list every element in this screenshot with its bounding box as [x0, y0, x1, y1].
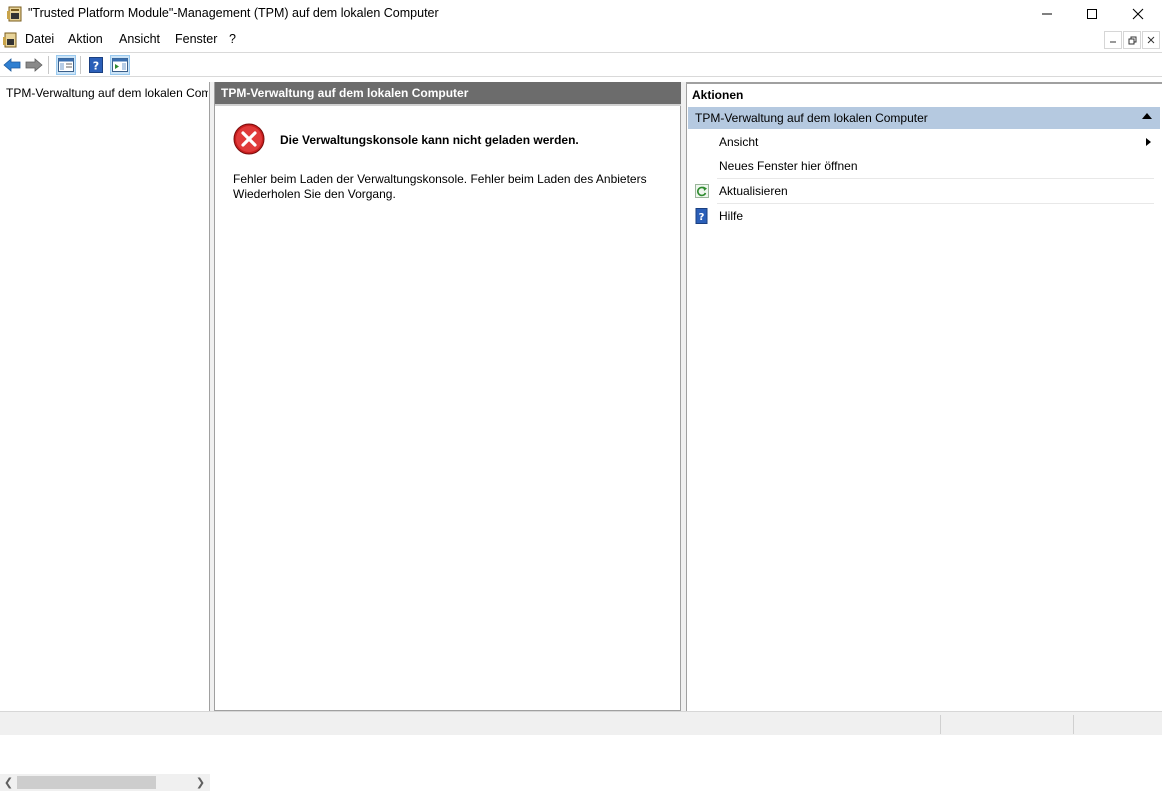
error-message: Fehler beim Laden der Verwaltungskonsole… — [233, 172, 647, 202]
scroll-right-icon[interactable]: ❯ — [192, 775, 209, 790]
collapse-up-icon[interactable] — [1142, 113, 1152, 119]
submenu-arrow-icon — [1146, 138, 1151, 146]
close-button[interactable] — [1115, 0, 1161, 28]
status-bar-divider — [940, 715, 941, 734]
action-label: Aktualisieren — [719, 184, 788, 198]
minimize-button[interactable] — [1024, 0, 1070, 28]
toolbar-separator — [80, 56, 81, 74]
menu-bar: Datei Aktion Ansicht Fenster ? — [0, 28, 1162, 52]
action-pane-icon — [112, 58, 128, 72]
status-bar — [0, 711, 1162, 735]
actions-header: Aktionen — [687, 82, 1162, 104]
action-refresh[interactable]: Aktualisieren — [688, 180, 1154, 202]
show-hide-console-tree-button[interactable] — [56, 55, 76, 75]
close-icon — [1132, 8, 1144, 20]
actions-pane: Aktionen TPM-Verwaltung auf dem lokalen … — [686, 82, 1162, 711]
back-arrow-icon — [3, 58, 21, 72]
close-icon — [1147, 36, 1155, 44]
action-ansicht[interactable]: Ansicht — [688, 131, 1154, 153]
action-separator — [717, 203, 1154, 204]
help-icon: ? — [89, 57, 103, 73]
actions-group-title: TPM-Verwaltung auf dem lokalen Computer — [695, 111, 928, 125]
scroll-left-icon[interactable]: ❮ — [0, 775, 17, 790]
help-icon: ? — [695, 208, 708, 224]
action-label: Ansicht — [719, 135, 759, 149]
error-icon — [233, 123, 265, 155]
header-divider — [215, 104, 681, 106]
result-pane-header: TPM-Verwaltung auf dem lokalen Computer — [215, 82, 681, 104]
maximize-icon — [1087, 9, 1097, 19]
console-menu-icon[interactable] — [2, 31, 18, 49]
forward-arrow-icon — [25, 58, 43, 72]
action-help[interactable]: ? Hilfe — [688, 205, 1154, 227]
console-tree-pane: TPM-Verwaltung auf dem lokalen Computer … — [0, 82, 210, 791]
help-toolbar-button[interactable]: ? — [86, 55, 106, 75]
result-pane: TPM-Verwaltung auf dem lokalen Computer … — [214, 82, 681, 711]
error-message-line: Wiederholen Sie den Vorgang. — [233, 187, 396, 201]
title-bar: "Trusted Platform Module"-Management (TP… — [0, 0, 1162, 28]
error-title: Die Verwaltungskonsole kann nicht gelade… — [280, 133, 579, 147]
tpm-app-icon — [7, 6, 22, 22]
menu-help[interactable]: ? — [229, 32, 236, 46]
action-separator — [717, 178, 1154, 179]
svg-text:?: ? — [93, 60, 99, 73]
forward-button[interactable] — [24, 55, 44, 75]
error-message-line: Fehler beim Laden der Verwaltungskonsole… — [233, 172, 647, 186]
mdi-restore-button[interactable] — [1123, 31, 1141, 49]
menu-datei[interactable]: Datei — [25, 32, 54, 46]
toolbar-separator — [48, 56, 49, 74]
status-bar-divider — [1073, 715, 1074, 734]
console-tree-icon — [58, 58, 74, 72]
tree-item-label: TPM-Verwaltung auf dem lokalen Computer — [6, 86, 208, 100]
menu-aktion[interactable]: Aktion — [68, 32, 103, 46]
mdi-minimize-button[interactable] — [1104, 31, 1122, 49]
minimize-icon — [1110, 41, 1116, 43]
tree-horizontal-scrollbar[interactable]: ❮ ❯ — [0, 774, 210, 791]
minimize-icon — [1042, 13, 1052, 15]
action-new-window[interactable]: Neues Fenster hier öffnen — [688, 155, 1154, 177]
toolbar: ? — [0, 52, 1162, 77]
action-label: Hilfe — [719, 209, 744, 223]
mdi-close-button[interactable] — [1142, 31, 1160, 49]
tree-item-tpm-root[interactable]: TPM-Verwaltung auf dem lokalen Computer — [2, 84, 208, 102]
show-hide-action-pane-button[interactable] — [110, 55, 130, 75]
action-label: Neues Fenster hier öffnen — [719, 159, 858, 173]
scrollbar-thumb[interactable] — [17, 776, 156, 789]
svg-text:?: ? — [699, 212, 705, 223]
back-button[interactable] — [2, 55, 22, 75]
maximize-button[interactable] — [1069, 0, 1115, 28]
window-title: "Trusted Platform Module"-Management (TP… — [28, 6, 439, 20]
actions-group-header[interactable]: TPM-Verwaltung auf dem lokalen Computer — [688, 107, 1160, 129]
menu-ansicht[interactable]: Ansicht — [119, 32, 160, 46]
menu-fenster[interactable]: Fenster — [175, 32, 217, 46]
refresh-icon — [695, 184, 709, 198]
restore-icon — [1128, 36, 1136, 44]
